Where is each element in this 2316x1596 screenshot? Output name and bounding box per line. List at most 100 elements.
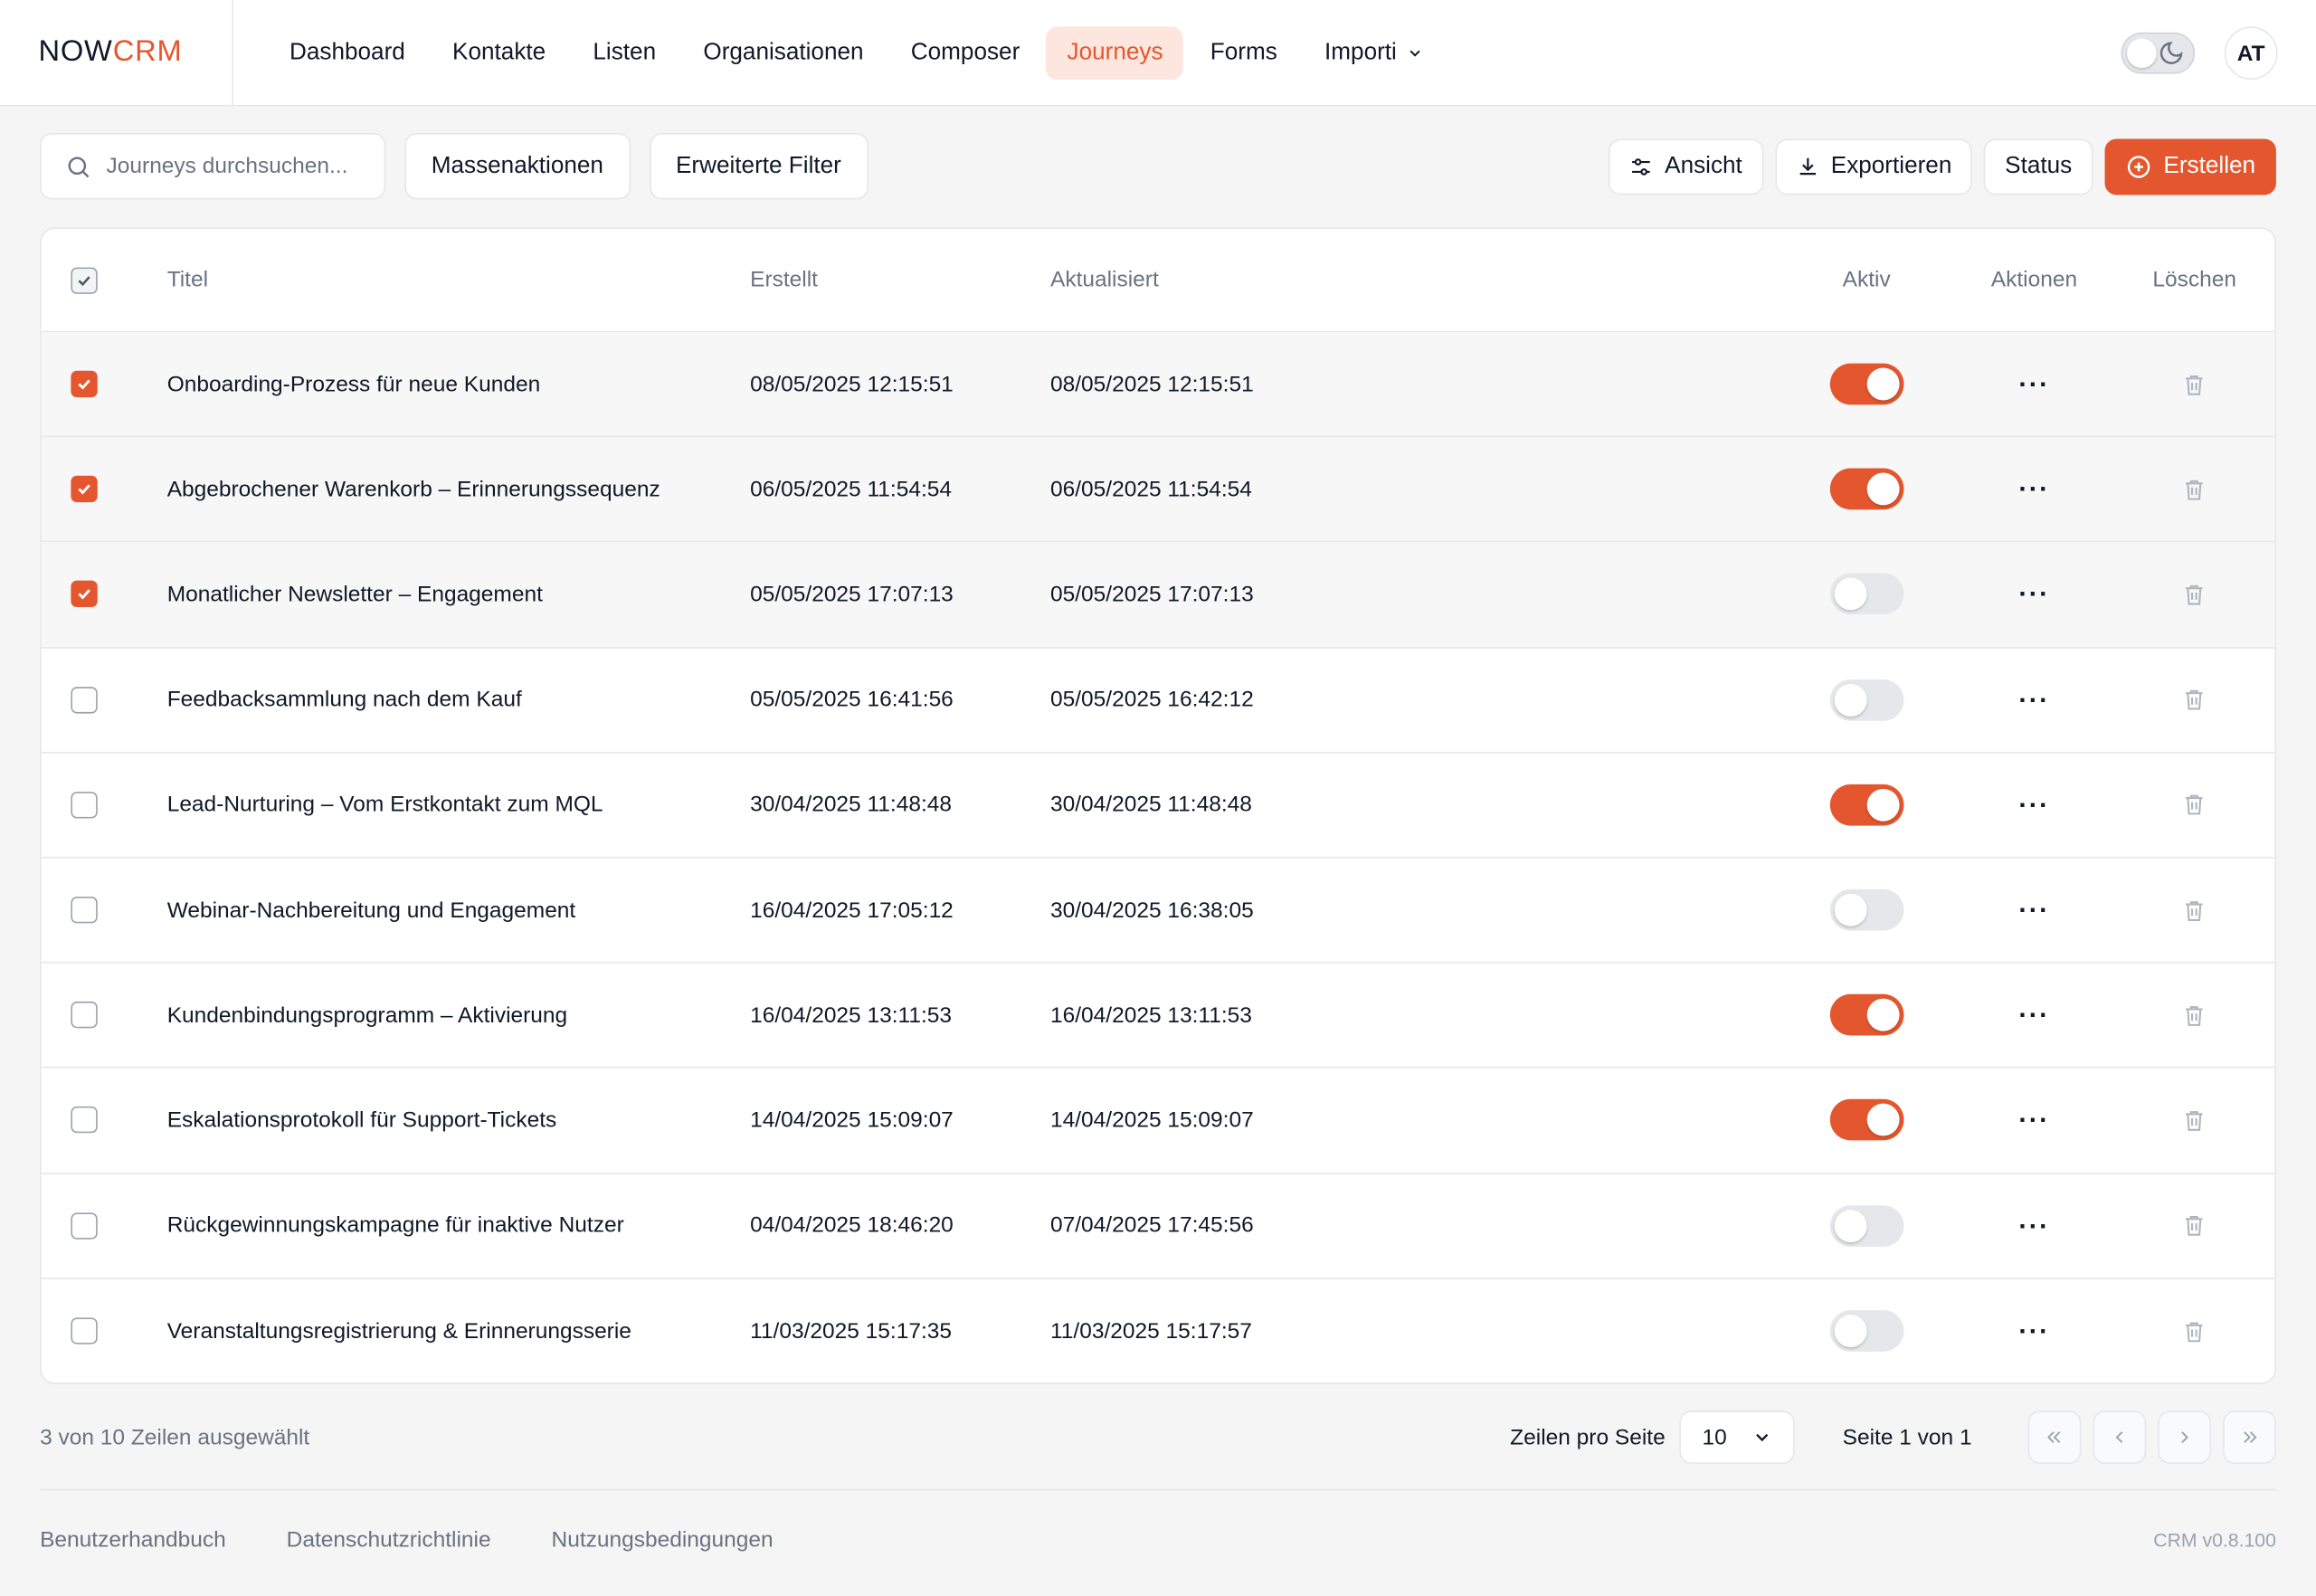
table-row[interactable]: Abgebrochener Warenkorb – Erinnerungsseq… bbox=[41, 437, 2275, 543]
active-toggle[interactable] bbox=[1829, 784, 1904, 826]
active-toggle[interactable] bbox=[1829, 1310, 1904, 1353]
trash-icon[interactable] bbox=[2182, 898, 2207, 923]
trash-icon[interactable] bbox=[2182, 477, 2207, 502]
prev-page-button[interactable] bbox=[2093, 1411, 2147, 1464]
last-page-button[interactable] bbox=[2223, 1411, 2276, 1464]
nav-item-label: Journeys bbox=[1067, 39, 1163, 65]
active-toggle[interactable] bbox=[1829, 1099, 1904, 1142]
journeys-table: Titel Erstellt Aktualisiert Aktiv Aktion… bbox=[40, 227, 2276, 1384]
more-actions-icon[interactable]: ··· bbox=[2018, 1318, 2049, 1344]
trash-icon[interactable] bbox=[2182, 372, 2207, 397]
trash-icon[interactable] bbox=[2182, 793, 2207, 818]
col-title-header[interactable]: Titel bbox=[167, 268, 750, 293]
search-input[interactable] bbox=[106, 153, 373, 179]
row-title[interactable]: Eskalationsprotokoll für Support-Tickets bbox=[167, 1107, 750, 1133]
active-toggle[interactable] bbox=[1829, 469, 1904, 510]
select-all-checkbox[interactable] bbox=[71, 266, 98, 294]
status-button[interactable]: Status bbox=[1984, 138, 2093, 195]
active-toggle[interactable] bbox=[1829, 888, 1904, 931]
table-row[interactable]: Monatlicher Newsletter – Engagement 05/05… bbox=[41, 542, 2275, 649]
row-title[interactable]: Veranstaltungsregistrierung & Erinnerung… bbox=[167, 1319, 750, 1344]
row-title[interactable]: Rückgewinnungskampagne für inaktive Nutz… bbox=[167, 1213, 750, 1239]
table-row[interactable]: Kundenbindungsprogramm – Aktivierung 16/0… bbox=[41, 964, 2275, 1069]
trash-icon[interactable] bbox=[2182, 1319, 2207, 1344]
more-actions-icon[interactable]: ··· bbox=[2018, 476, 2049, 502]
nav-item-organisationen[interactable]: Organisationen bbox=[683, 26, 885, 80]
logo-now: NOW bbox=[38, 35, 113, 69]
nav-item-composer[interactable]: Composer bbox=[890, 26, 1040, 80]
active-toggle[interactable] bbox=[1829, 574, 1904, 615]
row-updated: 30/04/2025 16:38:05 bbox=[1049, 897, 1254, 923]
row-title[interactable]: Feedbacksammlung nach dem Kauf bbox=[167, 687, 750, 712]
rows-per-page-select[interactable]: 10 bbox=[1680, 1411, 1796, 1464]
row-checkbox[interactable] bbox=[71, 791, 98, 819]
brand-logo[interactable]: NOW CRM bbox=[0, 0, 233, 106]
col-updated-header[interactable]: Aktualisiert bbox=[1050, 268, 1780, 293]
row-checkbox[interactable] bbox=[71, 897, 98, 924]
trash-icon[interactable] bbox=[2182, 1107, 2207, 1133]
row-title[interactable]: Onboarding-Prozess für neue Kunden bbox=[167, 372, 750, 397]
table-row[interactable]: Webinar-Nachbereitung und Engagement 16/0… bbox=[41, 858, 2275, 964]
nav-item-importi[interactable]: Importi bbox=[1304, 26, 1444, 80]
col-created-header[interactable]: Erstellt bbox=[750, 268, 1050, 293]
search-box[interactable] bbox=[40, 132, 386, 200]
row-checkbox[interactable] bbox=[71, 686, 98, 714]
table-header: Titel Erstellt Aktualisiert Aktiv Aktion… bbox=[41, 229, 2275, 333]
footer-link-privacy[interactable]: Datenschutzrichtlinie bbox=[287, 1527, 491, 1553]
trash-icon[interactable] bbox=[2182, 1213, 2207, 1239]
row-title[interactable]: Lead-Nurturing – Vom Erstkontakt zum MQL bbox=[167, 793, 750, 818]
more-actions-icon[interactable]: ··· bbox=[2018, 792, 2049, 818]
active-toggle[interactable] bbox=[1829, 363, 1904, 405]
advanced-filter-button[interactable]: Erweiterte Filter bbox=[649, 132, 868, 200]
table-row[interactable]: Eskalationsprotokoll für Support-Tickets… bbox=[41, 1069, 2275, 1174]
next-page-button[interactable] bbox=[2158, 1411, 2212, 1464]
row-title[interactable]: Webinar-Nachbereitung und Engagement bbox=[167, 898, 750, 923]
export-label: Exportieren bbox=[1830, 152, 1952, 178]
table-row[interactable]: Feedbacksammlung nach dem Kauf 05/05/2025… bbox=[41, 648, 2275, 754]
nav-item-label: Listen bbox=[593, 39, 657, 65]
table-row[interactable]: Onboarding-Prozess für neue Kunden 08/05/… bbox=[41, 332, 2275, 438]
table-row[interactable]: Rückgewinnungskampagne für inaktive Nutz… bbox=[41, 1173, 2275, 1279]
active-toggle[interactable] bbox=[1829, 994, 1904, 1036]
more-actions-icon[interactable]: ··· bbox=[2018, 687, 2049, 713]
nav-item-journeys[interactable]: Journeys bbox=[1046, 25, 1184, 80]
bulk-actions-button[interactable]: Massenaktionen bbox=[404, 132, 631, 200]
nav-item-listen[interactable]: Listen bbox=[573, 26, 677, 80]
create-button[interactable]: Erstellen bbox=[2104, 138, 2276, 195]
table-row[interactable]: Lead-Nurturing – Vom Erstkontakt zum MQL… bbox=[41, 753, 2275, 859]
row-checkbox[interactable] bbox=[71, 581, 98, 608]
first-page-button[interactable] bbox=[2027, 1411, 2082, 1464]
avatar[interactable]: AT bbox=[2224, 26, 2278, 81]
nav-item-dashboard[interactable]: Dashboard bbox=[269, 26, 426, 80]
row-checkbox[interactable] bbox=[71, 1211, 98, 1240]
more-actions-icon[interactable]: ··· bbox=[2018, 897, 2049, 923]
footer-link-terms[interactable]: Nutzungsbedingungen bbox=[552, 1527, 774, 1553]
more-actions-icon[interactable]: ··· bbox=[2018, 1107, 2049, 1134]
row-checkbox[interactable] bbox=[71, 370, 98, 398]
row-updated: 11/03/2025 15:17:57 bbox=[1049, 1318, 1252, 1344]
trash-icon[interactable] bbox=[2182, 582, 2207, 607]
nav-item-kontakte[interactable]: Kontakte bbox=[432, 26, 566, 80]
export-button[interactable]: Exportieren bbox=[1774, 138, 1973, 195]
more-actions-icon[interactable]: ··· bbox=[2018, 581, 2049, 607]
theme-toggle[interactable] bbox=[2121, 32, 2196, 74]
active-toggle[interactable] bbox=[1829, 1204, 1904, 1247]
more-actions-icon[interactable]: ··· bbox=[2018, 371, 2049, 397]
row-checkbox[interactable] bbox=[71, 476, 98, 503]
row-title[interactable]: Kundenbindungsprogramm – Aktivierung bbox=[167, 1002, 750, 1028]
more-actions-icon[interactable]: ··· bbox=[2018, 1212, 2049, 1239]
row-title[interactable]: Abgebrochener Warenkorb – Erinnerungsseq… bbox=[167, 477, 750, 502]
trash-icon[interactable] bbox=[2182, 1002, 2207, 1028]
footer-link-user-manual[interactable]: Benutzerhandbuch bbox=[40, 1527, 226, 1553]
more-actions-icon[interactable]: ··· bbox=[2018, 1002, 2049, 1028]
active-toggle[interactable] bbox=[1829, 679, 1904, 721]
nav-item-forms[interactable]: Forms bbox=[1190, 26, 1298, 80]
row-title[interactable]: Monatlicher Newsletter – Engagement bbox=[167, 582, 750, 607]
view-button[interactable]: Ansicht bbox=[1609, 138, 1763, 195]
row-checkbox[interactable] bbox=[71, 1002, 98, 1029]
row-checkbox[interactable] bbox=[71, 1317, 98, 1345]
footer-divider bbox=[40, 1488, 2276, 1491]
trash-icon[interactable] bbox=[2182, 687, 2207, 712]
row-checkbox[interactable] bbox=[71, 1107, 98, 1134]
table-row[interactable]: Veranstaltungsregistrierung & Erinnerung… bbox=[42, 1278, 2275, 1382]
